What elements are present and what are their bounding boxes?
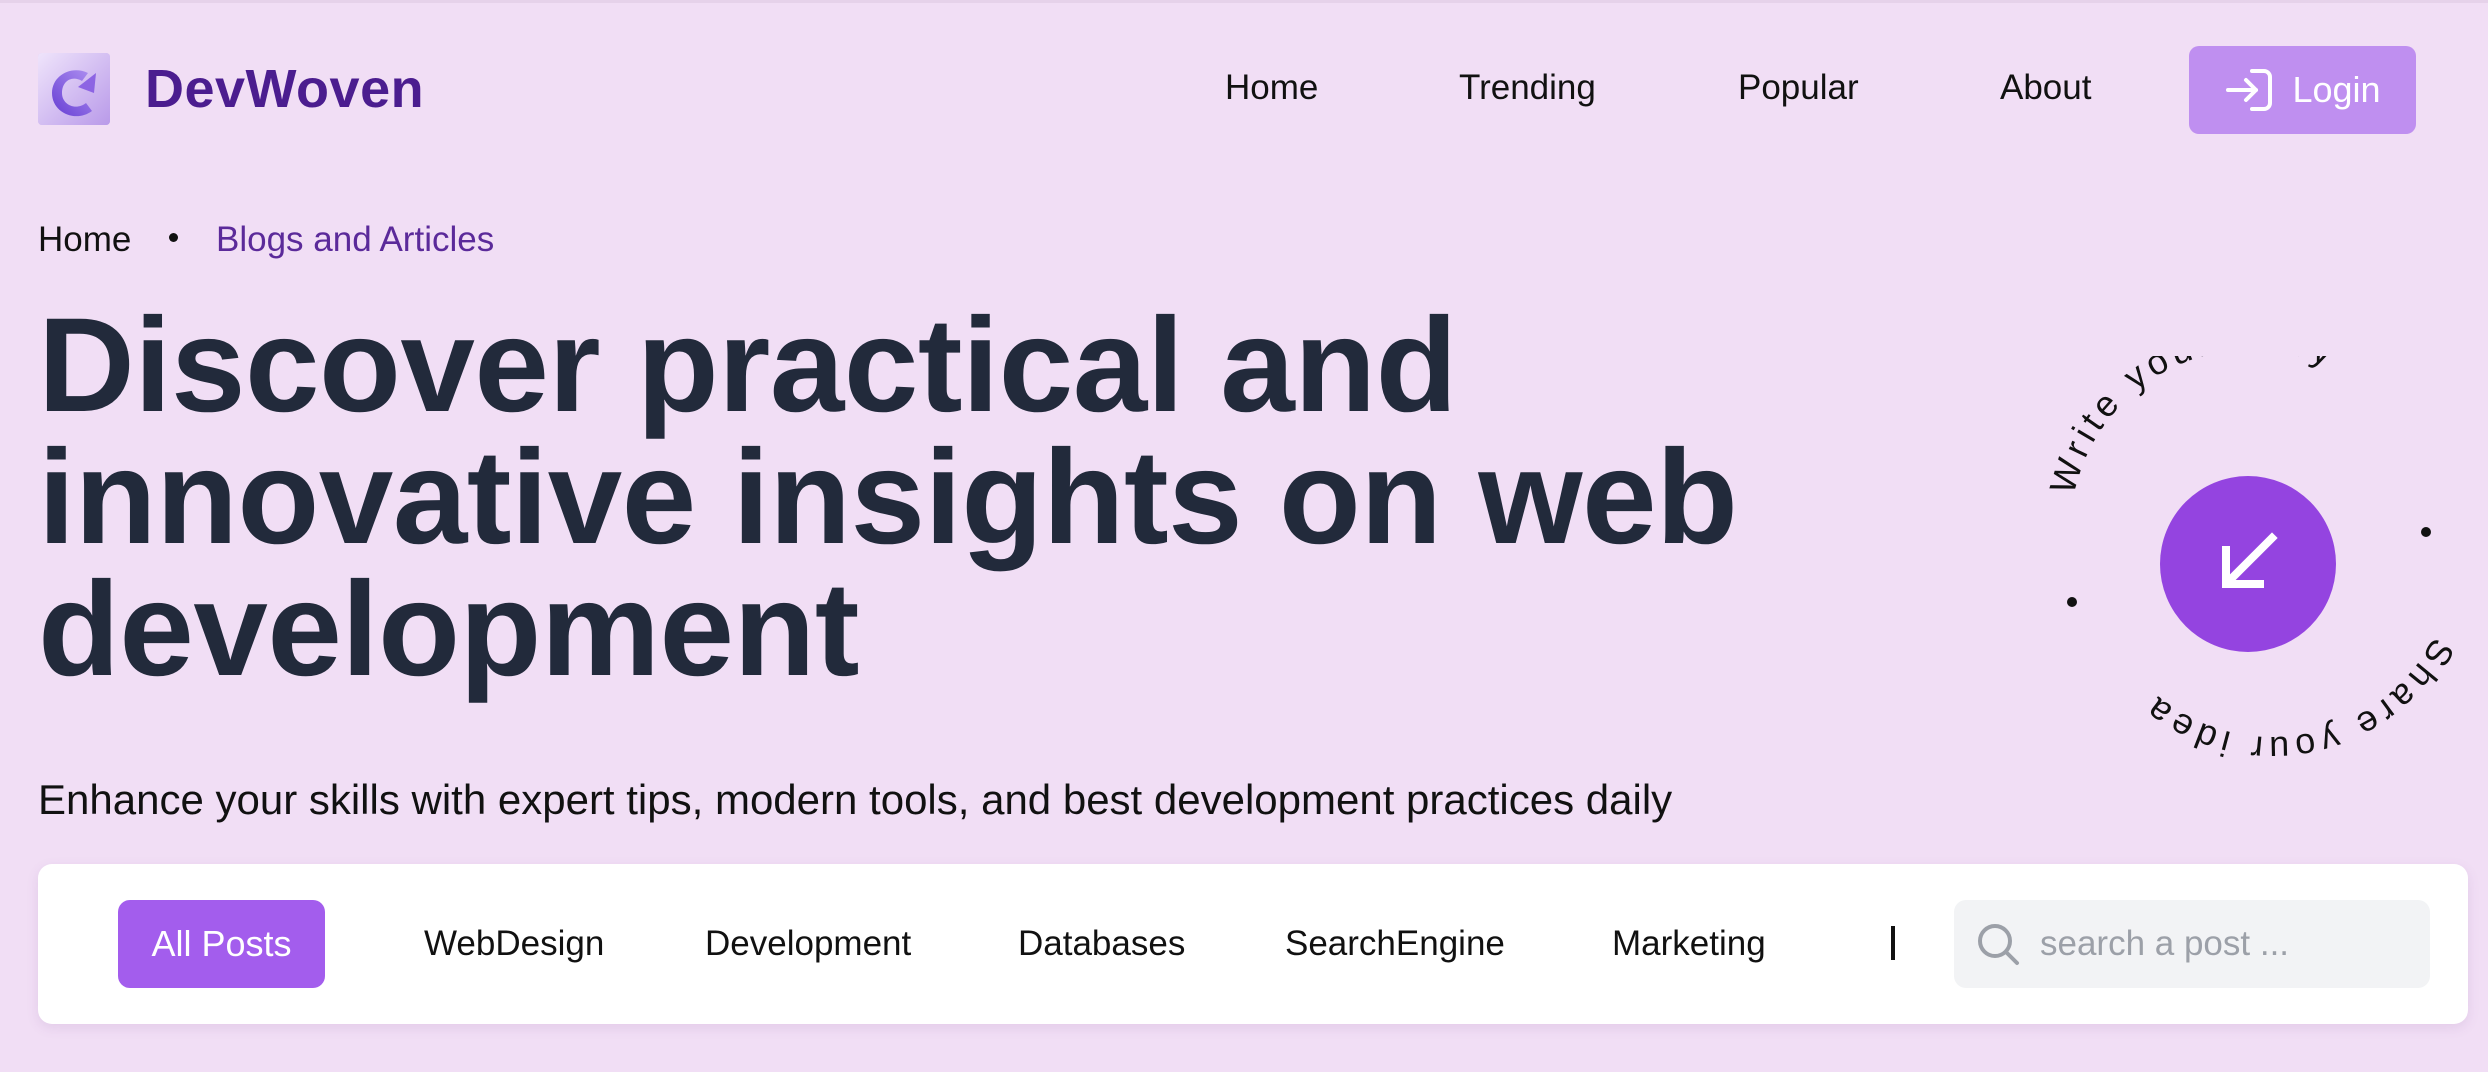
search-box[interactable] bbox=[1954, 900, 2430, 988]
nav-home[interactable]: Home bbox=[1225, 68, 1318, 108]
brand-name[interactable]: DevWoven bbox=[145, 58, 424, 120]
nav-trending[interactable]: Trending bbox=[1459, 68, 1596, 108]
site-header: DevWoven Home Trending Popular About Log… bbox=[0, 0, 2488, 180]
write-story-badge: Write your story Share your idea bbox=[2026, 356, 2466, 796]
nav-about[interactable]: About bbox=[2000, 68, 2091, 108]
breadcrumb-current: Blogs and Articles bbox=[216, 220, 495, 259]
login-button[interactable]: Login bbox=[2189, 46, 2416, 134]
filter-searchengine[interactable]: SearchEngine bbox=[1285, 924, 1505, 964]
login-label: Login bbox=[2292, 69, 2381, 110]
write-story-button[interactable] bbox=[2160, 476, 2336, 652]
breadcrumb-separator bbox=[169, 233, 178, 242]
filter-marketing[interactable]: Marketing bbox=[1612, 924, 1766, 964]
svg-text:Share your idea: Share your idea bbox=[2134, 632, 2463, 770]
filter-webdesign[interactable]: WebDesign bbox=[424, 924, 604, 964]
logo-icon[interactable] bbox=[38, 53, 110, 125]
login-icon bbox=[2224, 67, 2274, 113]
svg-text:Write your story: Write your story bbox=[2041, 356, 2343, 498]
badge-dot-right bbox=[2421, 527, 2431, 537]
filter-divider bbox=[1891, 926, 1895, 960]
badge-dot-left bbox=[2067, 597, 2077, 607]
filter-development[interactable]: Development bbox=[705, 924, 911, 964]
badge-top-text: Write your story bbox=[2041, 356, 2338, 498]
breadcrumb-home[interactable]: Home bbox=[38, 220, 131, 260]
badge-bottom-text: Share your idea bbox=[2134, 632, 2458, 770]
filter-all-posts[interactable]: All Posts bbox=[118, 900, 325, 988]
page-title: Discover practical and innovative insigh… bbox=[38, 291, 1738, 704]
arrow-down-left-icon bbox=[2212, 526, 2284, 603]
nav-popular[interactable]: Popular bbox=[1738, 68, 1859, 108]
filter-databases[interactable]: Databases bbox=[1018, 924, 1185, 964]
search-input[interactable] bbox=[2040, 900, 2420, 988]
category-filter-bar: All Posts WebDesign Development Database… bbox=[38, 864, 2468, 1024]
page-subtitle: Enhance your skills with expert tips, mo… bbox=[38, 776, 1673, 823]
search-icon bbox=[1974, 920, 2022, 973]
